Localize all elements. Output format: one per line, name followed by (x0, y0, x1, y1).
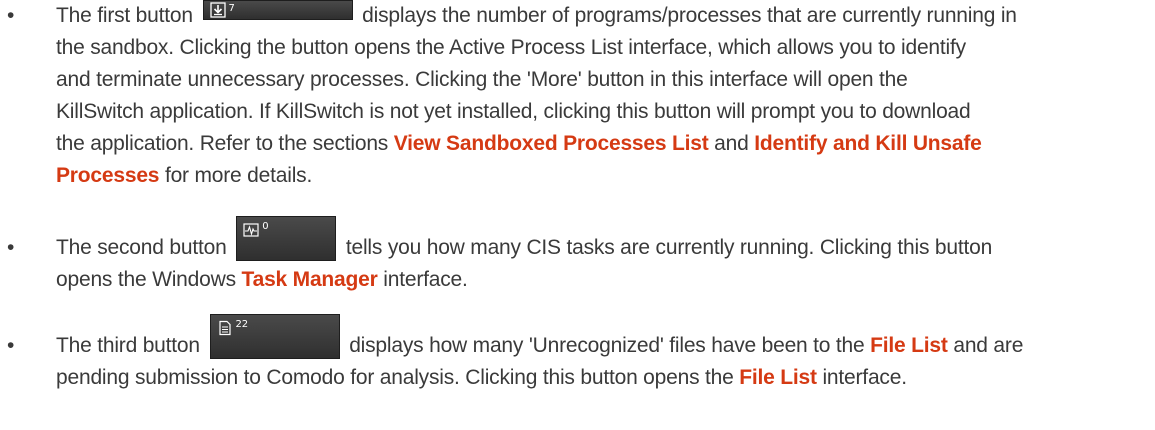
text-segment: tells you how many CIS tasks are current… (345, 236, 993, 259)
unrecognized-files-button: 22 (209, 314, 340, 359)
link-view-sandboxed-processes-list[interactable]: View Sandboxed Processes List (394, 132, 709, 155)
document-body: • The first button 7 displays the number… (0, 0, 1155, 430)
link-file-list[interactable]: File List (870, 334, 948, 357)
bullet-mark: • (7, 4, 15, 27)
link-identify-and-kill-unsafe[interactable]: Identify and Kill Unsafe (754, 132, 982, 155)
list-item-text: The third button 22 displays how many 'U… (56, 314, 1145, 394)
list-item-text: The second button 0 tells you how many C… (56, 216, 1145, 296)
text-segment: and are (953, 334, 1024, 357)
button-count: 0 (262, 221, 269, 232)
text-segment: The second button (56, 236, 227, 259)
button-count: 7 (228, 3, 235, 14)
pulse-monitor-icon (243, 223, 259, 237)
text-segment: the application. Refer to the sections (56, 132, 389, 155)
text-line: the sandbox. Clicking the button opens t… (56, 36, 966, 59)
text-segment: interface. (822, 366, 907, 389)
link-identify-and-kill-unsafe-processes[interactable]: Processes (56, 164, 159, 187)
text-segment: The third button (56, 334, 200, 357)
text-segment: for more details. (164, 164, 313, 187)
download-box-icon (209, 2, 226, 18)
bullet-mark: • (7, 334, 15, 357)
link-task-manager[interactable]: Task Manager (242, 268, 378, 291)
running-processes-button: 7 (202, 0, 353, 20)
text-segment: displays how many 'Unrecognized' files h… (349, 334, 865, 357)
text-segment: and (714, 132, 749, 155)
cis-tasks-button: 0 (236, 216, 337, 261)
document-icon (218, 320, 231, 336)
text-segment: The first button (56, 4, 193, 27)
link-file-list-interface[interactable]: File List (739, 366, 817, 389)
button-count: 22 (235, 319, 249, 330)
text-segment: interface. (383, 268, 468, 291)
text-line: KillSwitch application. If KillSwitch is… (56, 100, 971, 123)
list-item-text: The first button 7 displays the number o… (56, 0, 1145, 192)
bullet-mark: • (7, 236, 15, 259)
text-line: and terminate unnecessary processes. Cli… (56, 68, 908, 91)
text-segment: pending submission to Comodo for analysi… (56, 366, 734, 389)
text-segment: displays the number of programs/processe… (362, 4, 1017, 27)
text-segment: opens the Windows (56, 268, 236, 291)
